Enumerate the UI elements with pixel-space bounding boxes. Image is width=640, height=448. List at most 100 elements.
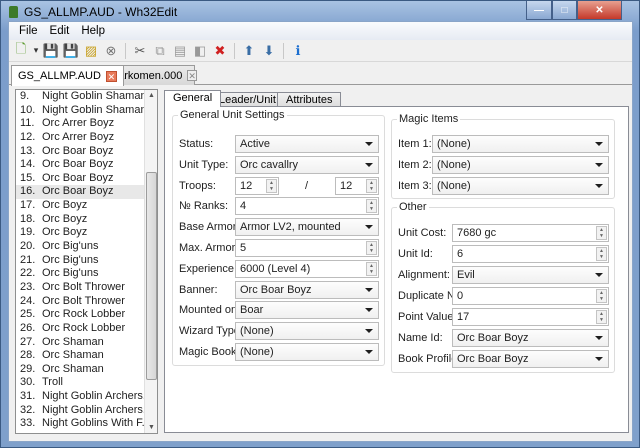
cut-icon[interactable]: ✂ [131,42,149,60]
list-item[interactable]: 13. Orc Boar Boyz [16,145,157,159]
tab-attributes[interactable]: Attributes [277,92,342,107]
other-pointvalue-label: Point Value: [398,311,457,323]
banner-combo[interactable]: Orc Boar Boyz [235,280,379,299]
list-item[interactable]: 10. Night Goblin Shaman [16,104,157,118]
list-item-name: Orc Bolt Thrower [42,294,125,307]
scroll-up-icon[interactable]: ▲ [148,92,155,99]
close-button[interactable]: ✕ [577,1,622,20]
other-unitcost-input[interactable]: 7680 gc ▲ ▼ [452,224,609,242]
maximize-button[interactable]: □ [552,1,577,20]
experience-input[interactable]: 6000 (Level 4) ▲ ▼ [235,259,379,278]
list-item-name: Orc Shaman [42,362,104,375]
list-item[interactable]: 29. Orc Shaman [16,363,157,377]
other-unitid-input[interactable]: 6 ▲ ▼ [452,245,609,263]
magic-item-2-combo[interactable]: (None) [432,155,609,174]
delete-icon[interactable]: ✖ [211,42,229,60]
cancel-icon[interactable]: ⊗ [102,42,120,60]
list-item[interactable]: 14. Orc Boar Boyz [16,158,157,172]
doc-tab-gs-allmp[interactable]: GS_ALLMP.AUD ✕ [11,65,124,86]
list-item[interactable]: 18. Orc Boyz [16,213,157,227]
list-scrollbar[interactable]: ▲ ▼ [144,90,157,433]
list-item[interactable]: 23. Orc Bolt Thrower [16,281,157,295]
list-item[interactable]: 17. Orc Boyz [16,199,157,213]
unit-type-combo[interactable]: Orc cavallry [235,155,379,174]
wizard-type-combo[interactable]: (None) [235,322,379,341]
menu-bar: File Edit Help [9,22,632,40]
list-item-name: Night Goblins With F... [42,417,151,430]
experience-value: 6000 (Level 4) [240,262,311,275]
other-alignment-combo[interactable]: Evil [452,266,609,284]
max-armor-input[interactable]: 5 ▲ ▼ [235,239,379,257]
list-item[interactable]: 22. Orc Big'uns [16,267,157,281]
menu-help[interactable]: Help [75,25,111,37]
scroll-thumb[interactable] [146,172,157,380]
save-icon[interactable]: 💾 [42,42,60,60]
move-down-icon[interactable]: ⬇ [260,42,278,60]
list-item[interactable]: 27. Orc Shaman [16,336,157,350]
list-item[interactable]: 28. Orc Shaman [16,349,157,363]
other-nameid-combo[interactable]: Orc Boar Boyz [452,329,609,347]
list-item[interactable]: 19. Orc Boyz [16,226,157,240]
other-group: Other Unit Cost: 7680 gc ▲ ▼ Unit Id: 6 ▲ ▼ Al… [391,201,615,373]
status-combo[interactable]: Active [235,135,379,153]
spinner-icon[interactable]: ▲ ▼ [596,247,607,261]
list-item[interactable]: 12. Orc Arrer Boyz [16,131,157,145]
dropdown-icon[interactable]: ▾ [32,42,40,60]
list-item[interactable]: 21. Orc Big'uns [16,254,157,268]
clear-icon[interactable]: ◧ [191,42,209,60]
list-item[interactable]: 25. Orc Rock Lobber [16,308,157,322]
spinner-icon[interactable]: ▲ ▼ [266,178,277,193]
list-item[interactable]: 20. Orc Big'uns [16,240,157,254]
tab-leader-unit[interactable]: Leader/Unit [210,92,285,107]
other-unitid-label: Unit Id: [398,248,433,260]
minimize-button[interactable]: — [526,1,552,20]
spinner-icon[interactable]: ▲ ▼ [596,310,607,324]
list-item[interactable]: 31. Night Goblin Archers... [16,390,157,404]
close-tab-icon[interactable]: ✕ [105,70,117,82]
list-item-number: 21. [20,253,36,266]
list-item[interactable]: 9. Night Goblin Shaman [16,90,157,104]
other-bookprofile-combo[interactable]: Orc Boar Boyz [452,350,609,368]
paste-icon[interactable]: ▤ [171,42,189,60]
list-item[interactable]: 11. Orc Arrer Boyz [16,117,157,131]
list-item-number: 25. [20,308,36,321]
tab-general[interactable]: General [164,90,222,107]
spinner-icon[interactable]: ▲ ▼ [366,199,377,214]
list-item[interactable]: 30. Troll [16,376,157,390]
other-duplicate-input[interactable]: 0 ▲ ▼ [452,287,609,305]
spinner-icon[interactable]: ▲ ▼ [366,261,377,276]
list-item[interactable]: 24. Orc Bolt Thrower [16,295,157,309]
close-tab-icon[interactable]: ✕ [187,70,197,81]
spinner-icon[interactable]: ▲ ▼ [366,178,377,193]
max-armor-value: 5 [240,242,247,254]
list-item[interactable]: 15. Orc Boar Boyz [16,172,157,186]
spinner-icon[interactable]: ▲ ▼ [366,241,377,255]
spinner-icon[interactable]: ▲ ▼ [596,289,607,303]
edit-icon[interactable]: ▨ [82,42,100,60]
list-item[interactable]: 32. Night Goblin Archers... [16,404,157,418]
list-item[interactable]: 26. Orc Rock Lobber [16,322,157,336]
spinner-icon[interactable]: ▲ ▼ [596,226,607,240]
unit-list[interactable]: 9. Night Goblin Shaman 10. Night Goblin Sha… [15,89,158,434]
save-all-icon[interactable]: 💾 [62,42,80,60]
base-armor-combo[interactable]: Armor LV2, mounted [235,218,379,237]
mounted-on-combo[interactable]: Boar [235,301,379,320]
copy-icon[interactable]: ⧉ [151,42,169,60]
magic-item-1-combo[interactable]: (None) [432,135,609,153]
move-up-icon[interactable]: ⬆ [240,42,258,60]
troops-input[interactable]: 12 ▲ ▼ [235,176,279,195]
list-item[interactable]: 16. Orc Boar Boyz [16,185,157,200]
menu-edit[interactable]: Edit [44,25,76,37]
ranks-input[interactable]: 4 ▲ ▼ [235,197,379,216]
menu-file[interactable]: File [13,25,44,37]
new-icon[interactable]: 🗋 [12,41,30,60]
scroll-down-icon[interactable]: ▼ [148,424,155,431]
troops-separator: / [305,179,309,192]
magic-item-3-combo[interactable]: (None) [432,176,609,195]
troops-max-input[interactable]: 12 ▲ ▼ [335,176,379,195]
magic-book-combo[interactable]: (None) [235,343,379,361]
other-pointvalue-input[interactable]: 17 ▲ ▼ [452,308,609,326]
list-item[interactable]: 33. Night Goblins With F... [16,417,157,431]
info-icon[interactable]: ℹ [289,42,307,60]
other-pointvalue-row: Point Value: 17 ▲ ▼ [392,308,614,326]
